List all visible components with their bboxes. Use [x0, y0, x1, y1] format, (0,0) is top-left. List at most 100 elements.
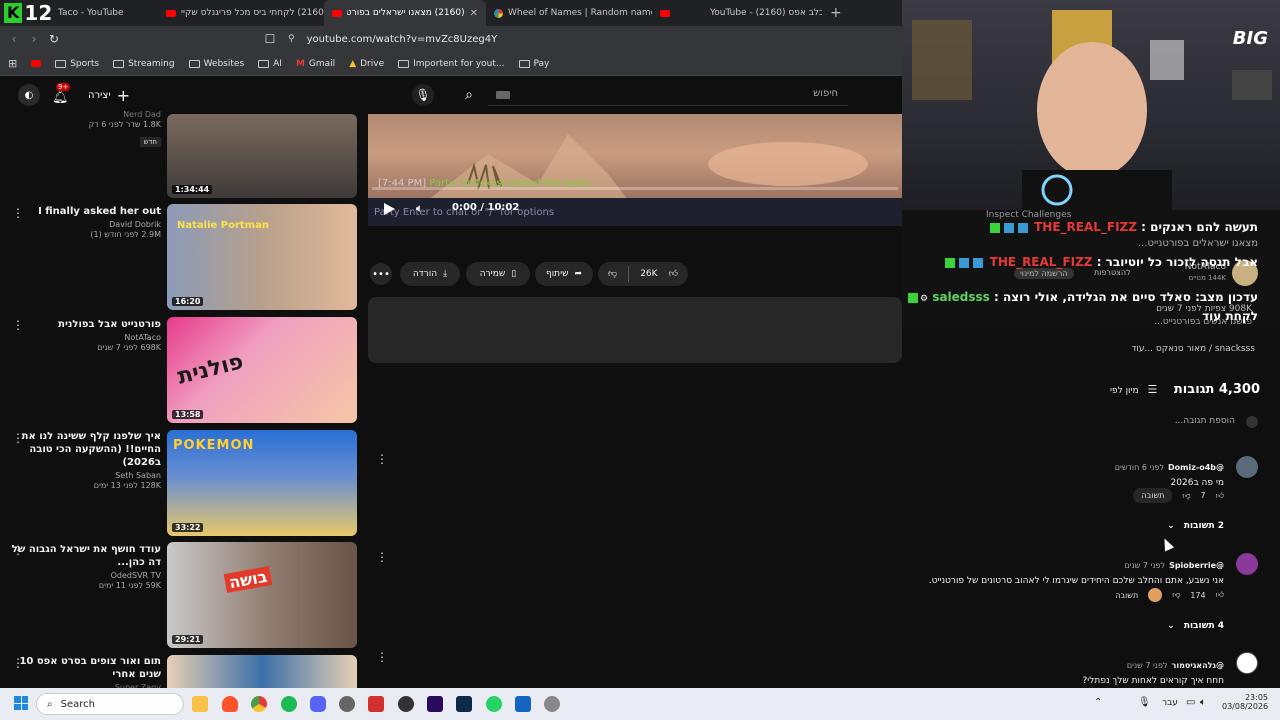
related-thumbnail-3[interactable]: POKEMON 33:22: [167, 430, 357, 536]
reply-button[interactable]: תשובה: [1133, 488, 1173, 503]
related-item-0-text[interactable]: Nerd Dad 1.8K שדר לפני 6 דק חדש: [11, 108, 161, 148]
more-actions-button[interactable]: •••: [370, 263, 392, 285]
my-avatar: [1246, 416, 1258, 428]
like-icon[interactable]: 👍︎: [669, 269, 678, 279]
tab-3-active[interactable]: (2160) מצאנו ישראלים בפורטנייט ✕: [324, 0, 486, 26]
brave-browser-icon[interactable]: [222, 696, 238, 712]
search-button[interactable]: ⌕: [458, 84, 480, 106]
bookmark-gmail[interactable]: M Gmail: [296, 59, 335, 69]
back-icon[interactable]: ‹: [4, 32, 24, 46]
reply-button[interactable]: תשובה: [1115, 591, 1138, 600]
youtube-bookmark-icon[interactable]: [31, 60, 42, 67]
badge-icon: [1017, 222, 1028, 233]
related-thumbnail-5[interactable]: [167, 655, 357, 688]
spotify-icon[interactable]: [281, 696, 297, 712]
bookmark-sports[interactable]: Sports: [55, 59, 99, 69]
dislike-icon[interactable]: 👎︎: [608, 269, 617, 279]
apps-grid-icon[interactable]: ⊞: [8, 57, 17, 70]
settings-icon[interactable]: [339, 696, 355, 712]
bookmark-important[interactable]: Importent for yout...: [398, 59, 505, 69]
dislike-icon[interactable]: 👎︎: [1172, 590, 1180, 600]
replies-toggle-1[interactable]: 2 תשובות ⌄: [1167, 521, 1224, 531]
join-button[interactable]: להצטרפות: [1094, 268, 1131, 277]
comment-menu-icon[interactable]: ⋮: [376, 452, 388, 466]
notifications-button[interactable]: 🔔︎ 9+: [52, 83, 71, 105]
folder-icon: [258, 59, 270, 68]
tab-6[interactable]: YouTube - (2160) כלב אפס: [702, 0, 822, 26]
tab-4[interactable]: Wheel of Names | Random name pic: [486, 0, 652, 26]
language-indicator[interactable]: עבר: [1162, 698, 1178, 708]
microphone-tray-icon[interactable]: 🎙︎: [1138, 697, 1151, 708]
notes-app-icon[interactable]: [515, 696, 531, 712]
like-count[interactable]: 26K: [640, 269, 657, 279]
bookmark-drive[interactable]: ▲ Drive: [349, 59, 384, 69]
forward-icon[interactable]: ›: [24, 32, 44, 46]
bookmark-icon[interactable]: ☐: [260, 32, 280, 46]
drive-icon: ▲: [349, 58, 357, 69]
tab-5[interactable]: [652, 0, 702, 26]
related-thumbnail-1[interactable]: Natalie Portman 16:20: [167, 204, 357, 310]
add-comment-input[interactable]: הוספת תגובה...: [1100, 416, 1235, 426]
save-button[interactable]: שמירה ▯: [466, 262, 530, 286]
comment-avatar[interactable]: [1236, 652, 1258, 674]
bookmark-pay[interactable]: Pay: [518, 59, 549, 69]
subscribe-button[interactable]: הרשמה למינוי: [1014, 268, 1074, 279]
related-item-1-text[interactable]: I finally asked her out David Dobrik 2.9…: [11, 205, 161, 239]
new-tab-icon[interactable]: +: [830, 5, 842, 21]
keyboard-icon[interactable]: [496, 91, 510, 99]
network-icon[interactable]: ▭: [1186, 697, 1195, 708]
comment-avatar[interactable]: [1236, 553, 1258, 575]
clock[interactable]: 23:05 03/08/2026: [1222, 693, 1268, 711]
related-thumbnail-4[interactable]: בושה 29:21: [167, 542, 357, 648]
play-icon[interactable]: [384, 203, 395, 215]
recording-app-icon[interactable]: [368, 696, 384, 712]
dislike-icon[interactable]: 👎︎: [1182, 491, 1190, 501]
steam-icon[interactable]: [544, 696, 560, 712]
volume-icon[interactable]: 🔈︎: [416, 201, 423, 216]
comment-avatar[interactable]: [1236, 456, 1258, 478]
comment-menu-icon[interactable]: ⋮: [376, 550, 388, 564]
bookmark-streaming[interactable]: Streaming: [113, 59, 175, 69]
bookmark-ai[interactable]: AI: [258, 59, 282, 69]
replies-toggle-2[interactable]: 4 תשובות ⌄: [1167, 621, 1224, 631]
related-thumbnail-2[interactable]: פולנית 13:58: [167, 317, 357, 423]
related-item-5-text[interactable]: תום ואור צופים בסרט אפס 10 שנים אחרי Sup…: [11, 655, 161, 692]
related-item-3-text[interactable]: איך שלפנו קלף ששינה לנו את החיים!! (ההשק…: [11, 430, 161, 490]
like-icon[interactable]: 👍︎: [1216, 590, 1224, 600]
comment-1: @Domiz-o4bלפני 6 חודשים מי פה ב2026: [1114, 463, 1224, 488]
windows-start-icon[interactable]: [14, 696, 28, 710]
create-button[interactable]: יצירה +: [88, 84, 130, 106]
voice-search-button[interactable]: 🎙︎: [412, 84, 434, 106]
file-explorer-icon[interactable]: [192, 696, 208, 712]
share-button[interactable]: שיתוף ➦: [535, 262, 593, 286]
whatsapp-icon[interactable]: [486, 696, 502, 712]
premiere-icon[interactable]: [427, 696, 443, 712]
close-tab-icon[interactable]: ✕: [470, 8, 478, 19]
like-icon[interactable]: 👍︎: [1216, 491, 1224, 501]
discord-icon[interactable]: [310, 696, 326, 712]
url-field[interactable]: youtube.com/watch?v=mvZc8Uzeg4Y: [307, 34, 498, 45]
youtube-icon: [660, 9, 670, 17]
photoshop-icon[interactable]: [456, 696, 472, 712]
sort-button[interactable]: מיון לפי ☰: [1110, 383, 1157, 396]
search-input[interactable]: חיפוש: [488, 84, 848, 106]
description-box[interactable]: [368, 297, 902, 363]
video-progress-bar[interactable]: [372, 187, 898, 190]
download-button[interactable]: הורדה ⤓: [400, 262, 460, 286]
description-credits[interactable]: snacksss / מאור סנאקס ...עוד: [905, 344, 1255, 354]
comment-menu-icon[interactable]: ⋮: [376, 650, 388, 664]
mouse-cursor: [1159, 536, 1175, 552]
related-item-4-text[interactable]: עודד חושף את ישראל הגבוה של דה כהן... Od…: [11, 543, 161, 590]
obs-icon[interactable]: [398, 696, 414, 712]
tab-2[interactable]: (2160) לקחתי ביס מכל פריגנלס שקיי: [158, 0, 324, 26]
bookmark-websites[interactable]: Websites: [188, 59, 244, 69]
reload-icon[interactable]: ↻: [44, 32, 64, 46]
site-info-icon[interactable]: ⚲: [288, 34, 295, 44]
related-item-2-text[interactable]: פורטנייט אבל בפולנית NotATaco 698K לפני …: [11, 318, 161, 352]
tray-chevron-icon[interactable]: ⌃: [1094, 697, 1102, 708]
taskbar-search[interactable]: ⌕ Search: [36, 693, 184, 715]
account-avatar[interactable]: ◐: [18, 84, 40, 106]
related-thumbnail-0[interactable]: 1:34:44: [167, 114, 357, 198]
volume-icon[interactable]: 🔈︎: [1200, 697, 1206, 708]
chrome-icon[interactable]: [251, 696, 267, 712]
